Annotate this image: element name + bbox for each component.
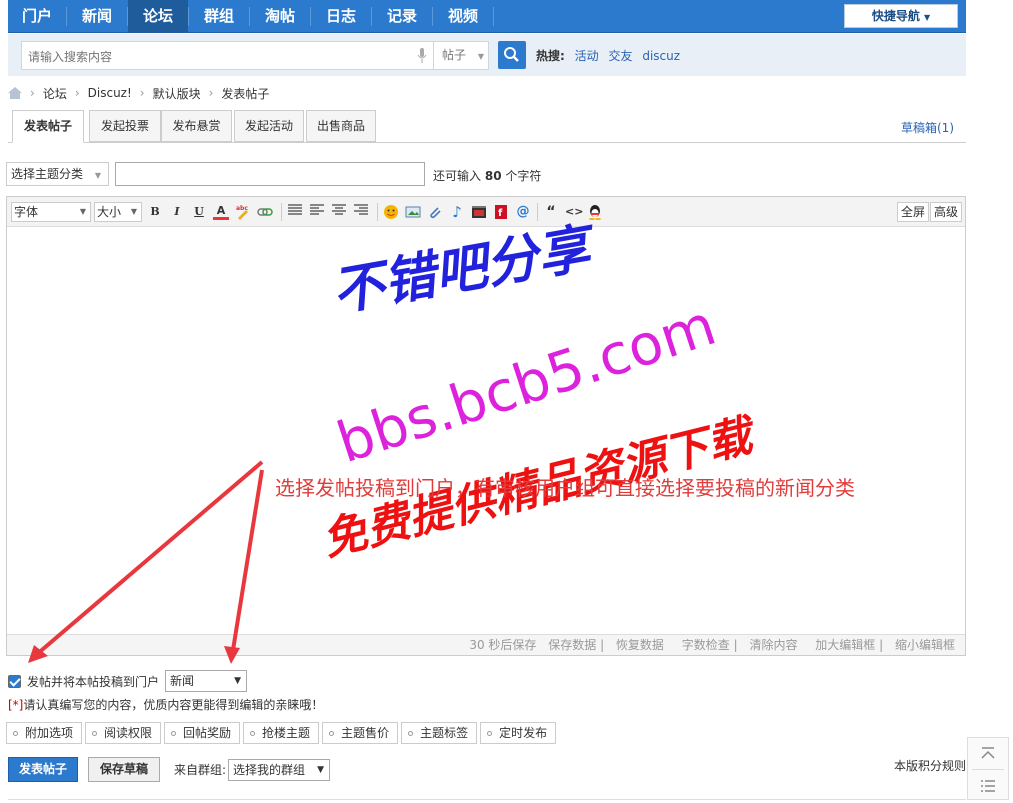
bullet-icon [329,730,335,736]
bullet-icon [250,730,256,736]
option-scheduled-publish[interactable]: 定时发布 [480,722,557,744]
bullet-icon [487,730,493,736]
submit-post-button[interactable]: 发表帖子 [8,757,78,782]
credit-rules-link[interactable]: 本版积分规则 [894,757,966,774]
option-label: 主题售价 [341,726,390,740]
portal-category-select[interactable]: 新闻 [165,670,248,692]
back-to-top-icon[interactable] [980,746,996,762]
portal-submit-label: 发帖并将本帖投稿到门户 [27,674,160,689]
option-floor-grab[interactable]: 抢楼主题 [243,722,320,744]
option-label: 附加选项 [25,726,74,740]
portal-submit-row: 发帖并将本帖投稿到门户 新闻 [8,670,248,692]
option-extra-settings[interactable]: 附加选项 [6,722,83,744]
option-thread-price[interactable]: 主题售价 [322,722,399,744]
bullet-icon [13,730,18,736]
option-thread-tags[interactable]: 主题标签 [401,722,478,744]
option-label: 回帖奖励 [183,726,232,740]
group-select[interactable]: 选择我的群组 [228,758,331,781]
option-reply-reward[interactable]: 回帖奖励 [164,722,241,744]
option-label: 阅读权限 [104,726,153,740]
option-label: 主题标签 [420,726,469,740]
group-label: 来自群组: [174,763,227,777]
notice-text: 请认真编写您的内容，优质内容更能得到编辑的亲睐哦！ [23,698,324,712]
quality-notice: [*]请认真编写您的内容，优质内容更能得到编辑的亲睐哦！ [8,696,323,713]
save-draft-button[interactable]: 保存草稿 [88,757,160,782]
side-tool-buttons [967,737,1009,800]
portal-category-label: 新闻 [170,674,195,688]
option-label: 定时发布 [499,726,548,740]
list-icon[interactable] [980,778,996,794]
extra-options: 附加选项 阅读权限 回帖奖励 抢楼主题 主题售价 主题标签 定时发布 [6,722,559,744]
submit-row: 发表帖子 保存草稿 来自群组: 选择我的群组 [8,757,331,782]
portal-submit-checkbox[interactable] [8,674,21,688]
bullet-icon [408,730,414,736]
option-label: 抢楼主题 [262,726,311,740]
option-read-permission[interactable]: 阅读权限 [85,722,162,744]
divider [8,799,966,800]
group-select-label: 选择我的群组 [233,762,306,777]
bullet-icon [171,730,177,736]
bullet-icon [92,730,98,736]
required-marker: [*] [8,698,24,712]
